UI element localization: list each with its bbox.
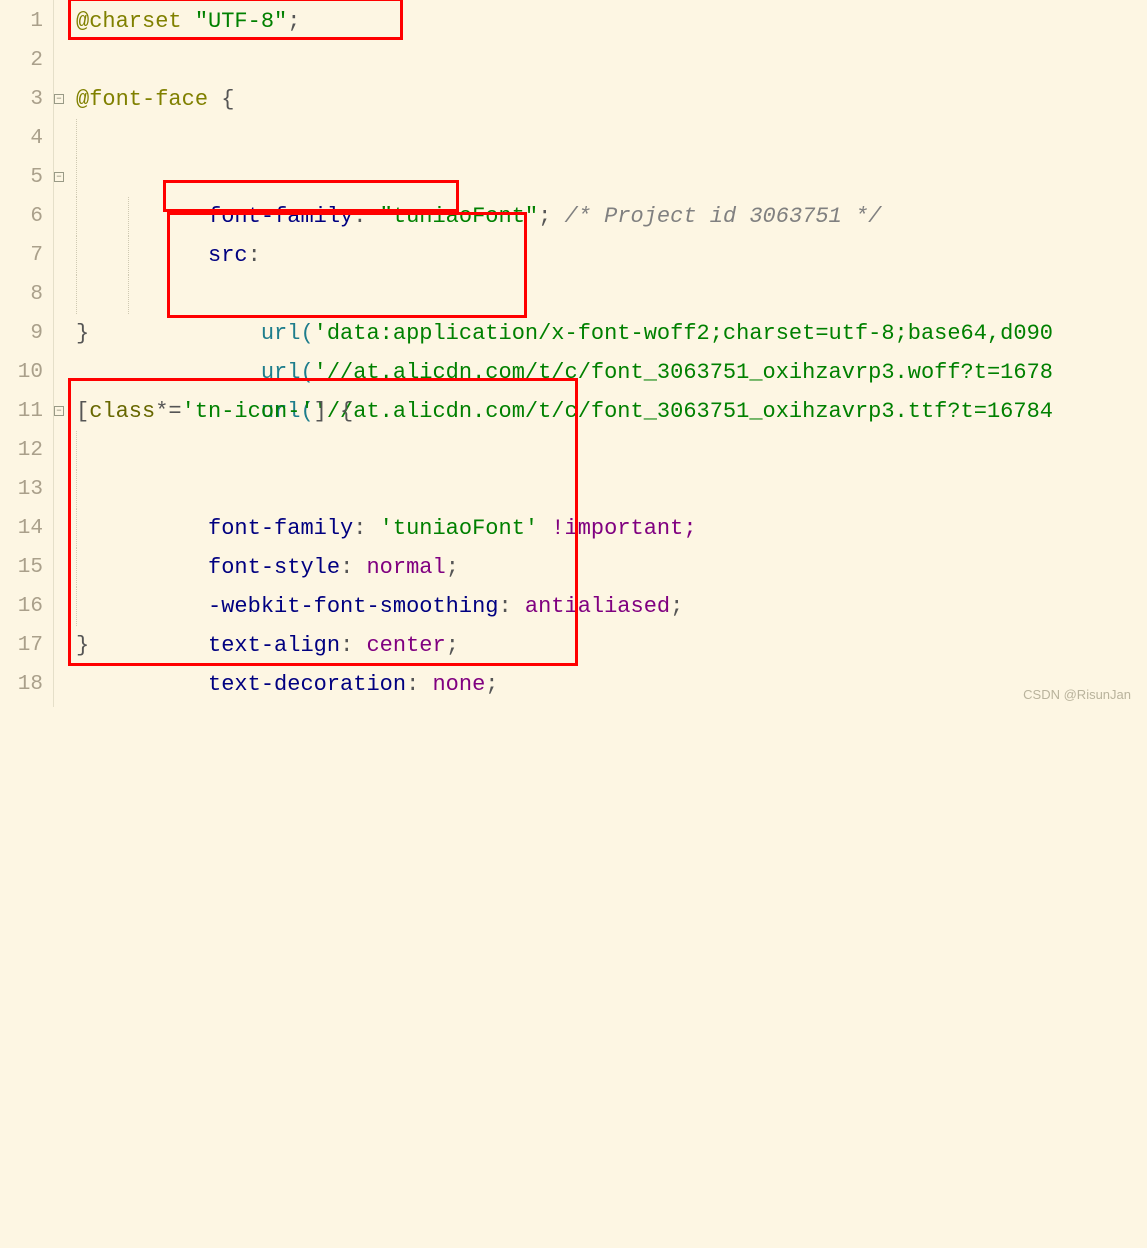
css-punct: [ bbox=[76, 399, 89, 424]
code-line: text-decoration: none; bbox=[76, 587, 1147, 626]
line-number: 9 bbox=[0, 314, 43, 353]
css-attr-name: class bbox=[89, 399, 155, 424]
code-line: @font-face { bbox=[76, 80, 1147, 119]
line-number: 3 bbox=[0, 80, 43, 119]
code-line: url('data:application/x-font-woff2;chars… bbox=[76, 197, 1147, 236]
line-number-gutter: 1 2 3 4 5 6 7 8 9 10 11 12 13 14 15 16 1… bbox=[0, 0, 54, 707]
line-number: 12 bbox=[0, 431, 43, 470]
code-line: } bbox=[76, 626, 1147, 665]
css-string: "UTF-8" bbox=[182, 9, 288, 34]
code-line: font-family: 'tuniaoFont' !important; bbox=[76, 431, 1147, 470]
line-number: 6 bbox=[0, 197, 43, 236]
line-number: 15 bbox=[0, 548, 43, 587]
css-punct: ; bbox=[485, 672, 498, 697]
code-line: font-family: "tuniaoFont"; /* Project id… bbox=[76, 119, 1147, 158]
line-number: 8 bbox=[0, 275, 43, 314]
line-number: 17 bbox=[0, 626, 43, 665]
indent-guide bbox=[76, 587, 77, 626]
css-brace: { bbox=[208, 87, 234, 112]
line-number: 4 bbox=[0, 119, 43, 158]
css-at-rule: @charset bbox=[76, 9, 182, 34]
line-number: 13 bbox=[0, 470, 43, 509]
code-editor: 1 2 3 4 5 6 7 8 9 10 11 12 13 14 15 16 1… bbox=[0, 0, 1147, 707]
line-number: 1 bbox=[0, 2, 43, 41]
fold-toggle-icon[interactable]: − bbox=[54, 94, 64, 104]
code-line: url('//at.alicdn.com/t/c/font_3063751_ox… bbox=[76, 236, 1147, 275]
code-line: [class*='tn-icon-'] { bbox=[76, 392, 1147, 431]
line-number: 7 bbox=[0, 236, 43, 275]
css-value: none bbox=[432, 672, 485, 697]
code-line: src: bbox=[76, 158, 1147, 197]
css-function: url( bbox=[261, 360, 314, 385]
fold-toggle-icon[interactable]: − bbox=[54, 172, 64, 182]
indent-guide bbox=[76, 470, 77, 509]
indent-guide bbox=[76, 431, 77, 470]
line-number: 16 bbox=[0, 587, 43, 626]
code-line: } bbox=[76, 314, 1147, 353]
line-number: 11 bbox=[0, 392, 43, 431]
css-string: '//at.alicdn.com/t/c/font_3063751_oxihza… bbox=[314, 360, 1053, 385]
fold-column: − − − bbox=[54, 0, 68, 707]
css-at-rule: @font-face bbox=[76, 87, 208, 112]
indent-guide bbox=[76, 119, 77, 158]
line-number: 2 bbox=[0, 41, 43, 80]
code-line: -webkit-font-smoothing: antialiased; bbox=[76, 509, 1147, 548]
line-number: 10 bbox=[0, 353, 43, 392]
css-property: text-decoration bbox=[208, 672, 406, 697]
code-line: @charset "UTF-8"; bbox=[76, 2, 1147, 41]
indent-guide bbox=[76, 548, 77, 587]
css-punct: : bbox=[406, 672, 432, 697]
watermark: CSDN @RisunJan bbox=[1023, 688, 1131, 701]
code-line: font-style: normal; bbox=[76, 470, 1147, 509]
indent-guide bbox=[76, 236, 77, 275]
css-string: 'tn-icon-' bbox=[182, 399, 314, 424]
indent-guide bbox=[128, 236, 129, 275]
indent-guide bbox=[76, 275, 77, 314]
line-number: 5 bbox=[0, 158, 43, 197]
css-punct: ; bbox=[287, 9, 300, 34]
css-operator: *= bbox=[155, 399, 181, 424]
css-brace: } bbox=[76, 633, 89, 658]
code-line: url('//at.alicdn.com/t/c/font_3063751_ox… bbox=[76, 275, 1147, 314]
indent-guide bbox=[76, 158, 77, 197]
indent-guide bbox=[76, 509, 77, 548]
css-brace: } bbox=[76, 321, 89, 346]
indent-guide bbox=[128, 197, 129, 236]
indent-guide bbox=[76, 197, 77, 236]
code-line: text-align: center; bbox=[76, 548, 1147, 587]
line-number: 14 bbox=[0, 509, 43, 548]
css-brace: ] { bbox=[314, 399, 354, 424]
code-content[interactable]: @charset "UTF-8"; @font-face { font-fami… bbox=[76, 0, 1147, 707]
indent-guide bbox=[128, 275, 129, 314]
line-number: 18 bbox=[0, 665, 43, 704]
fold-toggle-icon[interactable]: − bbox=[54, 406, 64, 416]
